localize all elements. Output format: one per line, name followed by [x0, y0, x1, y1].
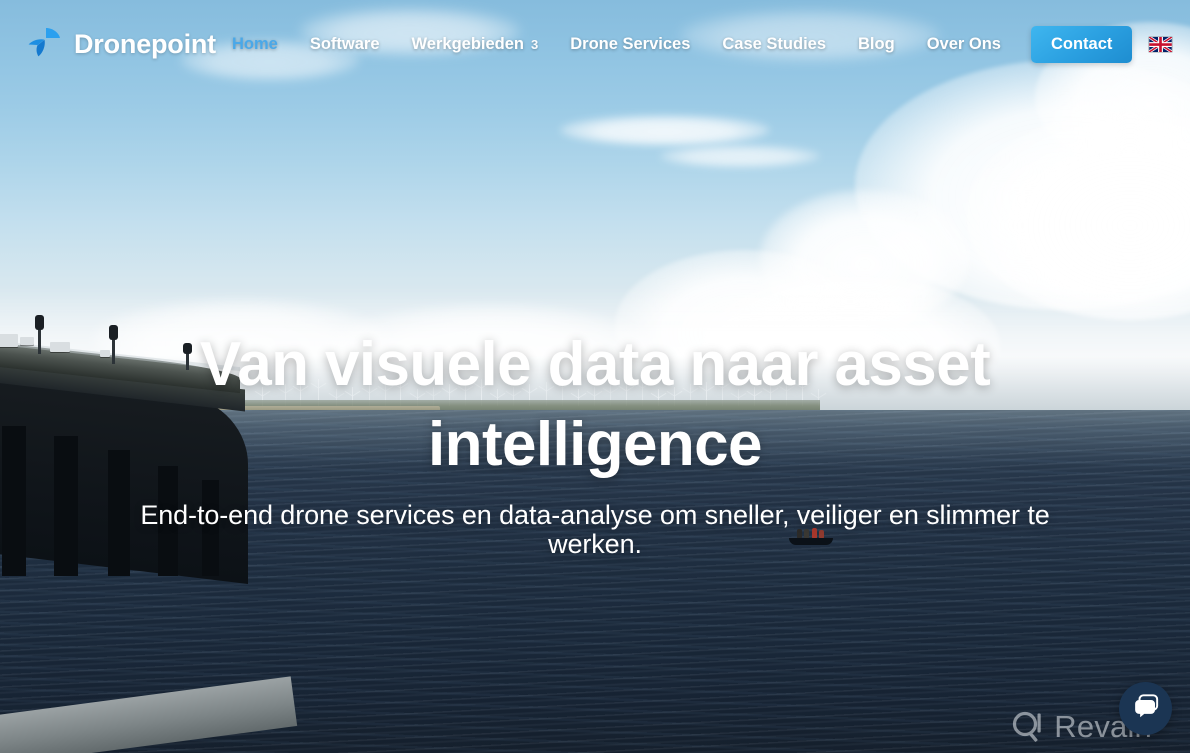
cloud-wisp: [660, 145, 820, 167]
nav-item-label: Werkgebieden: [411, 34, 524, 53]
nav-item-label: Software: [309, 34, 380, 53]
nav-item-home[interactable]: Home: [216, 28, 294, 61]
nav-item-label: Blog: [858, 34, 895, 53]
contact-button[interactable]: Contact: [1030, 25, 1133, 63]
nav-item-drone-services[interactable]: Drone Services: [554, 28, 706, 61]
nav-item-case-studies[interactable]: Case Studies: [706, 28, 842, 61]
nav-item-werkgebieden[interactable]: Werkgebieden 3: [396, 28, 555, 61]
hero-title-line-2: intelligence: [428, 410, 763, 479]
nav-item-label: Over Ons: [926, 34, 1001, 53]
nav-item-label: Home: [231, 34, 278, 53]
nav-item-label: Case Studies: [722, 34, 827, 53]
nav-item-blog[interactable]: Blog: [842, 28, 911, 61]
brand-logo-link[interactable]: Dronepoint: [26, 27, 216, 61]
dronepoint-propeller-logo-icon: [26, 27, 62, 61]
nav-item-label: Drone Services: [570, 34, 691, 53]
page-root: Dronepoint Home Software Werkgebieden 3 Dron…: [0, 0, 1190, 753]
site-header: Dronepoint Home Software Werkgebieden 3 Dron…: [0, 0, 1190, 88]
main-navigation: Home Software Werkgebieden 3 Drone Services C…: [216, 25, 1173, 63]
nav-item-over-ons[interactable]: Over Ons: [911, 28, 1017, 61]
chat-bubble-icon: [1132, 693, 1160, 724]
hero-subtitle: End-to-end drone services en data-analys…: [140, 500, 1050, 559]
hero-text-block: Van visuele data naar asset intelligence…: [0, 325, 1190, 559]
chevron-down-icon[interactable]: 3: [531, 37, 538, 52]
page-title: Van visuele data naar asset intelligence: [90, 325, 1100, 485]
brand-name: Dronepoint: [74, 28, 216, 59]
hero-title-line-1: Van visuele data naar asset: [199, 330, 991, 399]
cloud-wisp: [560, 115, 770, 145]
united-kingdom-flag-icon[interactable]: [1148, 35, 1173, 53]
nav-item-software[interactable]: Software: [294, 28, 396, 61]
chat-widget-button[interactable]: [1119, 682, 1172, 735]
